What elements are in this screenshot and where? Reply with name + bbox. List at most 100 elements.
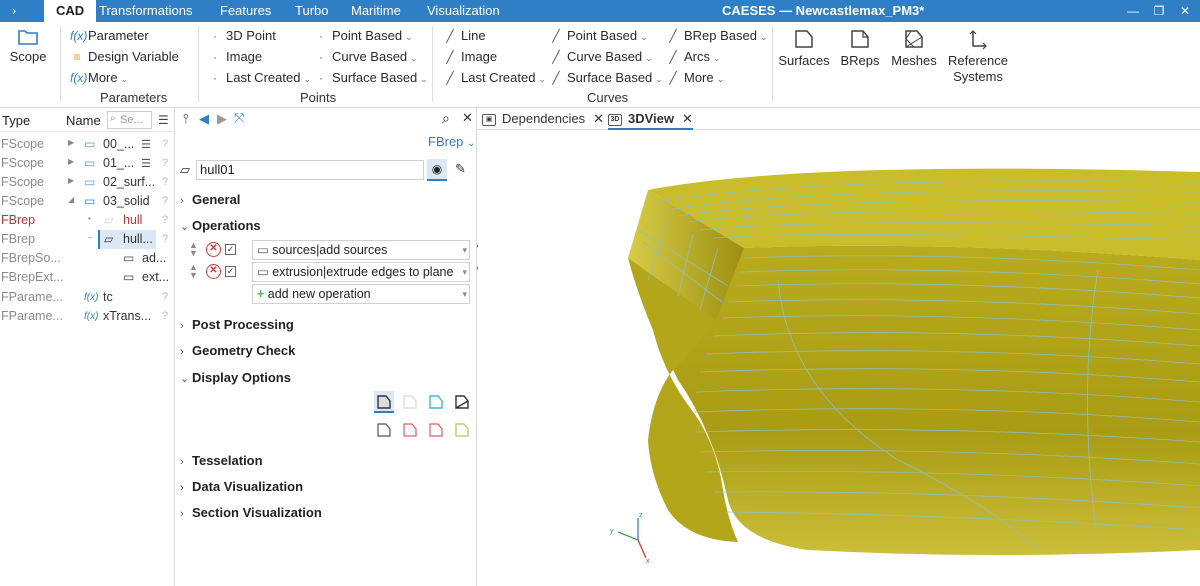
point-last-created-button[interactable]: · Last Created ⌄ [208, 70, 311, 85]
minimize-button[interactable]: — [1124, 0, 1142, 22]
transparent-display-icon[interactable] [402, 394, 418, 410]
chevron-down-icon: ⌄ [538, 74, 546, 84]
meshes-button[interactable]: Meshes [890, 28, 938, 68]
function-icon: f(x) [84, 292, 99, 303]
tree-row[interactable]: FParame... f(x) tc ? [0, 288, 175, 307]
tree-row-name: 01_... [103, 156, 135, 170]
operation-field[interactable]: ▭ extrusion|extrude edges to plane ▾ [252, 262, 470, 282]
expand-arrow-icon[interactable]: ▶ [68, 157, 74, 166]
operation-field[interactable]: ▭ sources|add sources ▾ [252, 240, 470, 260]
reorder-arrows-icon[interactable]: ▲ ▼ [189, 263, 198, 280]
tab-transformations[interactable]: Transformations [99, 0, 192, 22]
edges-display-icon[interactable] [428, 394, 444, 410]
tab-3dview[interactable]: 3D 3DView ✕ [608, 108, 693, 130]
curve-point-based-button[interactable]: ╱ Point Based ⌄ [549, 28, 647, 43]
tree-row[interactable]: FScope ▶ ▭ 00_... ☰ ? [0, 135, 175, 154]
face-red-outline-display-icon[interactable] [428, 422, 444, 438]
face-red-display-icon[interactable] [402, 422, 418, 438]
3d-canvas[interactable]: z y x [478, 130, 1200, 586]
face-display-icon[interactable] [376, 422, 392, 438]
close-button[interactable]: ✕ [1176, 0, 1194, 22]
tab-cad[interactable]: CAD [44, 0, 97, 22]
reference-systems-button[interactable]: Reference Systems [946, 28, 1010, 85]
tab-visualization[interactable]: Visualization [427, 0, 500, 22]
app-menu-button[interactable]: › [0, 0, 28, 22]
point-image-button[interactable]: · Image [208, 49, 262, 64]
remove-operation-icon[interactable]: ✕ [206, 264, 221, 279]
shaded-display-icon[interactable] [376, 394, 392, 410]
reorder-arrows-icon[interactable]: ▲ ▼ [189, 241, 198, 258]
curve-based-point-button[interactable]: · Curve Based ⌄ [314, 49, 418, 64]
breps-button[interactable]: BReps [838, 28, 882, 68]
line-button[interactable]: ╱ Line [443, 28, 485, 43]
sync-selection-icon[interactable]: ⤧ [234, 110, 244, 126]
curve-curve-based-button[interactable]: ╱ Curve Based ⌄ [549, 49, 652, 64]
more-curves-button[interactable]: ╱ More ⌄ [666, 70, 724, 85]
back-arrow-icon[interactable]: ◀ [199, 111, 209, 127]
remove-operation-icon[interactable]: ✕ [206, 242, 221, 257]
brep-icon: ▱ [104, 232, 114, 246]
section-post-processing[interactable]: › Post Processing [180, 317, 294, 332]
arcs-button[interactable]: ╱ Arcs ⌄ [666, 49, 720, 64]
section-data-visualization[interactable]: › Data Visualization [180, 479, 303, 494]
tree-row[interactable]: FScope ▶ ▭ 02_surf... ? [0, 173, 175, 192]
curve-surface-based-button[interactable]: ╱ Surface Based ⌄ [549, 70, 662, 85]
column-header-type[interactable]: Type [2, 113, 30, 128]
point-based-button[interactable]: · Point Based ⌄ [314, 28, 413, 43]
tree-row[interactable]: FScope ◢ ▭ 03_solid ? [0, 192, 175, 211]
close-icon[interactable]: ✕ [462, 110, 473, 126]
collapse-arrow-icon[interactable]: ◢ [68, 195, 74, 204]
scope-button[interactable]: Scope [6, 28, 50, 64]
add-operation-field[interactable]: + add new operation ▾ [252, 284, 470, 304]
operation-row[interactable]: ▲ ▼ ✕ ✓ ▭ extrusion|extrude edges to plan… [188, 262, 487, 282]
tree-row-selected[interactable]: FBrep – ▱ hull... ? [0, 230, 175, 249]
operation-row[interactable]: ▲▼ ✕ ✓ ▭ sources|add sources▾ ✎ [188, 240, 487, 260]
curve-image-button[interactable]: ╱ Image [443, 49, 497, 64]
tree-row[interactable]: FBrepSo... ▭ ad... [0, 249, 175, 268]
surface-based-point-button[interactable]: · Surface Based ⌄ [314, 70, 428, 85]
tree-row[interactable]: FParame... f(x) xTrans... ? [0, 307, 175, 326]
curve-last-created-button[interactable]: ╱ Last Created ⌄ [443, 70, 546, 85]
forward-arrow-icon[interactable]: ▶ [217, 111, 227, 127]
face-green-display-icon[interactable] [454, 422, 470, 438]
brep-based-curve-button[interactable]: ╱ BRep Based ⌄ [666, 28, 767, 43]
tree-row[interactable]: FBrep • ▱ hull ? [0, 211, 175, 230]
tree-row[interactable]: FScope ▶ ▭ 01_... ☰ ? [0, 154, 175, 173]
surfaces-button[interactable]: Surfaces [778, 28, 830, 68]
close-icon[interactable]: ✕ [682, 111, 693, 126]
operation-enabled-checkbox[interactable]: ✓ [225, 266, 236, 277]
tree-row[interactable]: FBrepExt... ▭ ext... [0, 268, 175, 287]
column-header-name[interactable]: Name [66, 113, 101, 128]
mesh-display-icon[interactable] [454, 394, 470, 410]
visibility-eye-icon[interactable]: ◉ [427, 159, 447, 181]
curve-based-label: Curve Based [567, 49, 643, 64]
object-name-field[interactable]: hull01 [196, 160, 424, 180]
breps-label: BReps [840, 53, 880, 68]
section-display-options[interactable]: ⌄ Display Options [180, 370, 291, 385]
more-parameters-button[interactable]: f(x)More ⌄ [70, 70, 128, 85]
edit-pencil-icon[interactable]: ✎ [455, 161, 466, 177]
section-general[interactable]: › General [180, 192, 240, 207]
tab-features[interactable]: Features [220, 0, 271, 22]
close-icon[interactable]: ✕ [593, 111, 604, 126]
add-operation-row[interactable]: + add new operation ▾ [188, 284, 478, 304]
section-tesselation[interactable]: › Tesselation [180, 453, 263, 468]
section-section-visualization[interactable]: › Section Visualization [180, 505, 322, 520]
tab-maritime[interactable]: Maritime [351, 0, 401, 22]
section-operations[interactable]: ⌄ Operations [180, 218, 261, 233]
filter-sliders-icon[interactable]: ☰ [158, 113, 169, 127]
3d-point-button[interactable]: · 3D Point [208, 28, 276, 43]
tab-dependencies[interactable]: ▣ Dependencies ✕ [482, 108, 604, 130]
type-selector[interactable]: FBrep ⌄ [428, 134, 475, 149]
restore-button[interactable]: ❐ [1150, 0, 1168, 22]
pin-icon[interactable]: ⫯ [183, 111, 189, 127]
operation-enabled-checkbox[interactable]: ✓ [225, 244, 236, 255]
tab-turbo[interactable]: Turbo [295, 0, 328, 22]
search-icon[interactable]: ⌕ [442, 110, 450, 127]
section-geometry-check[interactable]: › Geometry Check [180, 343, 295, 358]
expand-arrow-icon[interactable]: ▶ [68, 176, 74, 185]
expand-arrow-icon[interactable]: ▶ [68, 138, 74, 147]
collapse-arrow-icon[interactable]: – [88, 233, 92, 242]
design-variable-button[interactable]: ≡ Design Variable [70, 49, 178, 64]
parameter-button[interactable]: f(x)Parameter [70, 28, 149, 43]
